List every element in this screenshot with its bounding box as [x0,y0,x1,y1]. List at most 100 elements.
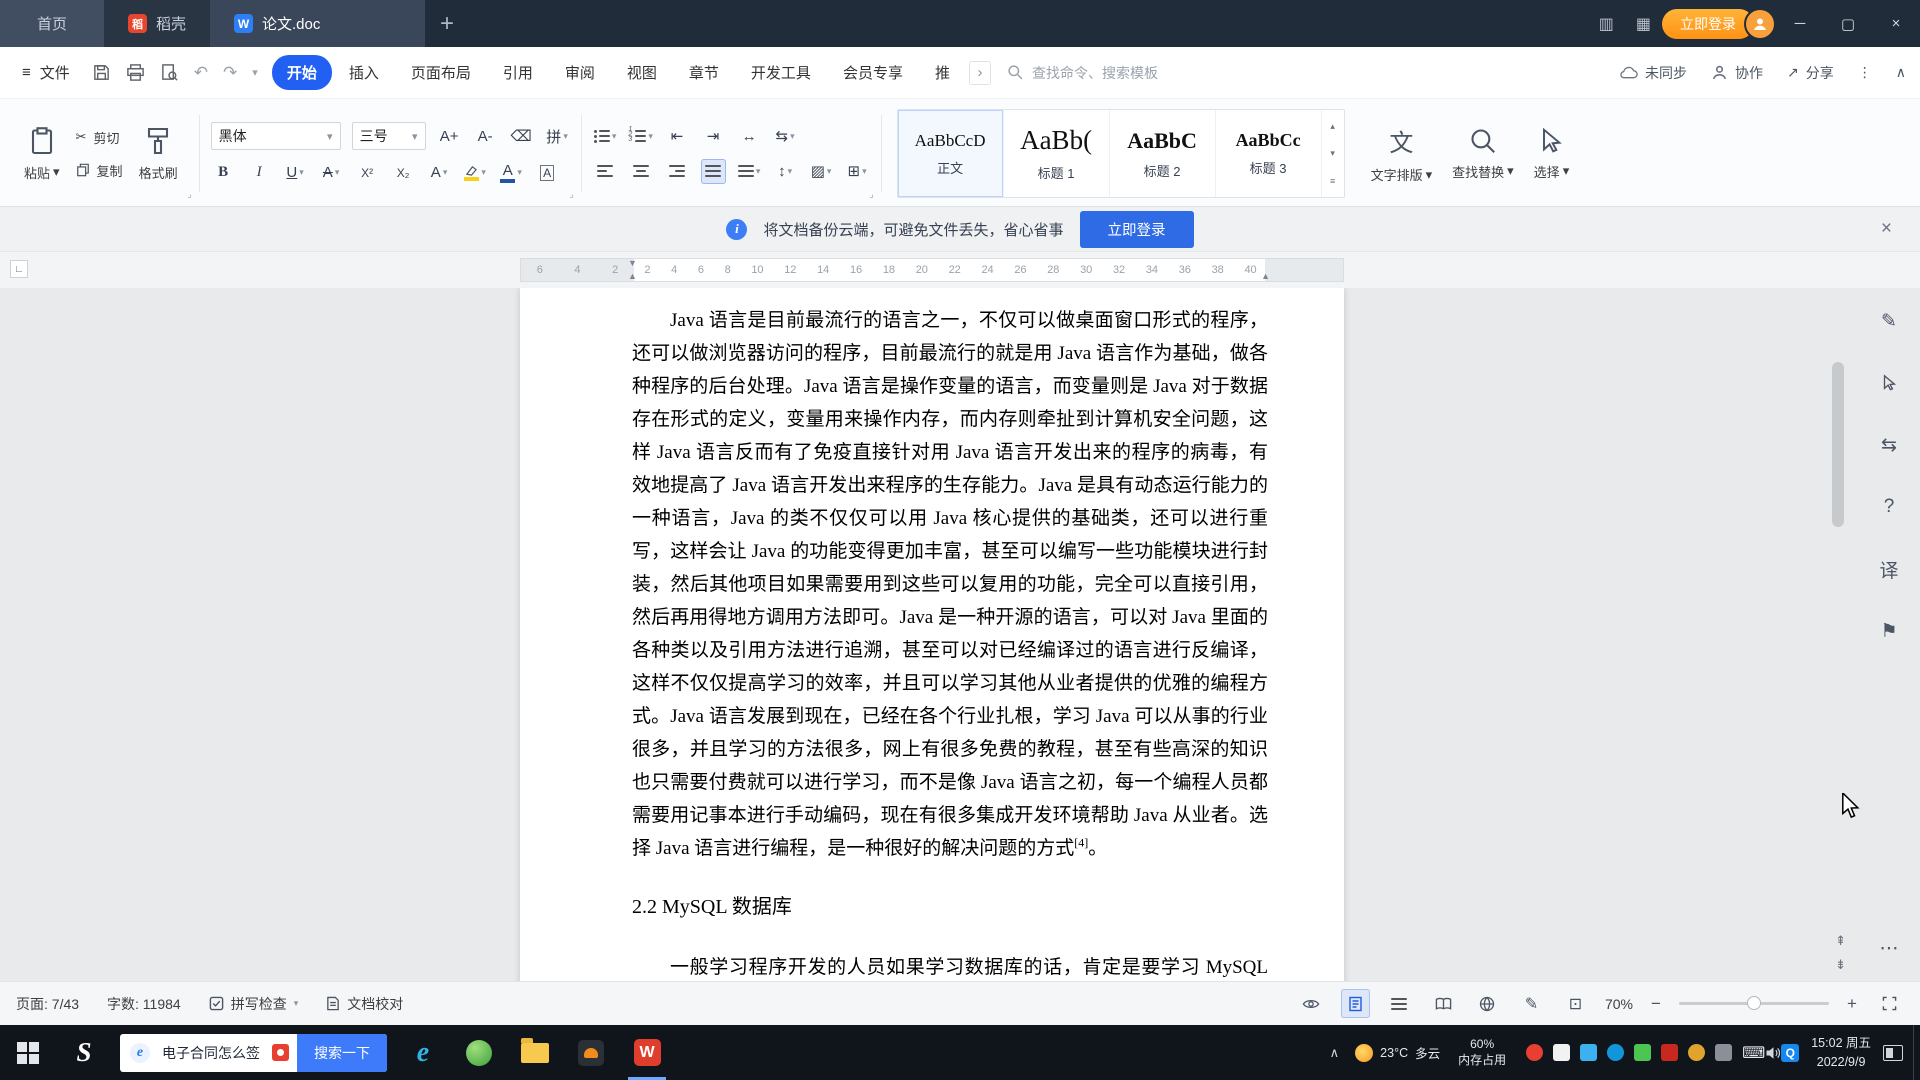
section-heading-mysql[interactable]: 2.2 MySQL 数据库 [632,891,1268,924]
character-scale-button[interactable]: ↔ [737,124,762,149]
tab-document[interactable]: W 论文.doc [210,0,425,47]
copy-button[interactable]: 复制 [76,161,123,180]
weather-widget[interactable]: 23°C 多云 [1355,1043,1440,1062]
banner-close-button[interactable]: × [1881,218,1892,240]
document-page[interactable]: Java 语言是目前最流行的语言之一，不仅可以做桌面窗口形式的程序，还可以做浏览… [520,288,1344,981]
ribbon-tab-page-layout[interactable]: 页面布局 [396,55,486,90]
tray-icon-4[interactable] [1607,1044,1624,1061]
select-button[interactable]: 选择▾ [1524,123,1580,185]
paragraph-dialog-launcher[interactable]: ⌟ [869,189,873,200]
menubar-more-button[interactable]: ⋮ [1858,64,1872,81]
collapse-ribbon-button[interactable]: ∧ [1896,64,1906,81]
align-center-button[interactable] [629,159,654,184]
outline-view-button[interactable] [1385,989,1414,1018]
ribbon-tabs-overflow-button[interactable]: › [969,61,991,85]
ribbon-tab-membership[interactable]: 会员专享 [828,55,918,90]
quick-access-dropdown-icon[interactable]: ▾ [252,66,258,79]
clipboard-dialog-launcher[interactable]: ⌟ [187,189,191,200]
fit-page-button[interactable]: ⊡ [1561,989,1590,1018]
close-button[interactable]: × [1872,0,1920,47]
zoom-out-button[interactable]: − [1648,994,1664,1014]
font-size-select[interactable]: 三号▾ [352,122,426,150]
sync-status[interactable]: 未同步 [1619,63,1687,83]
bold-button[interactable]: B [211,160,236,185]
ribbon-tab-view[interactable]: 视图 [612,55,672,90]
find-replace-button[interactable]: 查找替换▾ [1442,123,1524,185]
zoom-level[interactable]: 70% [1605,996,1633,1012]
text-effects-button[interactable]: A▾ [427,160,452,185]
bookmark-icon[interactable]: ⚑ [1872,614,1906,648]
spellcheck-button[interactable]: 拼写检查 ▾ [209,994,299,1014]
decrease-indent-button[interactable]: ⇤ [665,124,690,149]
style-normal[interactable]: AaBbCcD 正文 [898,110,1004,197]
tray-icon-7[interactable] [1688,1044,1705,1061]
taskbar-app-browser[interactable] [451,1025,507,1080]
font-dialog-launcher[interactable]: ⌟ [569,189,573,200]
minimize-button[interactable]: ─ [1776,0,1824,47]
login-button[interactable]: 立即登录 [1662,9,1754,39]
typography-button[interactable]: 文 文字排版▾ [1361,119,1443,188]
style-gallery-more-button[interactable]: ≡ [1322,167,1344,194]
zoom-slider[interactable] [1679,1002,1829,1005]
proofread-button[interactable]: 文档校对 [326,994,403,1014]
increase-font-size-button[interactable]: A+ [437,124,462,149]
zoom-in-button[interactable]: + [1844,994,1860,1014]
font-color-button[interactable]: A ▾ [499,160,524,185]
phonetic-guide-button[interactable]: 拼▾ [545,124,570,149]
scrollbar-thumb[interactable] [1832,362,1844,527]
style-heading2[interactable]: AaBbC 标题 2 [1110,110,1216,197]
print-preview-button[interactable] [160,63,179,82]
ribbon-tab-dev-tools[interactable]: 开发工具 [736,55,826,90]
next-page-button[interactable]: ⇟ [1835,957,1846,973]
keyboard-icon[interactable]: ⌨ [1742,1043,1765,1063]
undo-button[interactable]: ↶ [194,63,208,83]
command-search-input[interactable] [1032,65,1217,81]
style-heading1[interactable]: AaBb( 标题 1 [1004,110,1110,197]
tray-icon-8[interactable] [1715,1044,1732,1061]
line-spacing-button[interactable]: ↕▾ [773,159,798,184]
eye-protection-button[interactable] [1297,989,1326,1018]
annotate-pen-icon[interactable]: ✎ [1872,304,1906,338]
tray-icon-q[interactable]: Q [1781,1044,1799,1062]
split-window-icon[interactable]: ▥ [1588,0,1625,47]
decrease-font-size-button[interactable]: A- [473,124,498,149]
paragraph-mysql[interactable]: 一般学习程序开发的人员如果学习数据库的话，肯定是要学习 MySQL 数据库，My… [632,951,1268,981]
taskbar-clock[interactable]: 15:02 周五 2022/9/9 [1811,1034,1871,1070]
first-line-indent-marker[interactable]: ▼ [628,259,637,268]
file-menu-button[interactable]: ≡ 文件 [14,62,78,83]
redo-button[interactable]: ↷ [223,63,237,83]
ribbon-tab-section[interactable]: 章节 [674,55,734,90]
horizontal-ruler[interactable]: 642 246810121416182022242628303234363840… [520,258,1344,282]
superscript-button[interactable]: X² [355,160,380,185]
font-name-select[interactable]: 黑体▾ [211,122,341,150]
ribbon-tab-insert[interactable]: 插入 [334,55,394,90]
style-gallery-up-button[interactable]: ▴ [1322,113,1344,140]
ribbon-tab-review[interactable]: 审阅 [550,55,610,90]
align-left-button[interactable] [593,159,618,184]
show-desktop-button[interactable] [1913,1025,1920,1080]
fullscreen-button[interactable] [1875,989,1904,1018]
tab-stop-selector[interactable]: ∟ [10,260,28,278]
left-indent-marker[interactable]: ▲ [628,272,637,281]
tray-icon-6[interactable] [1661,1044,1678,1061]
page-indicator[interactable]: 页面: 7/43 [16,994,79,1014]
help-icon[interactable]: ? [1872,490,1906,524]
taskbar-search-box[interactable]: e 电子合同怎么签 搜索一下 [120,1034,387,1072]
taskbar-app-wps[interactable]: W [619,1025,675,1080]
right-indent-marker[interactable]: ▲ [1261,272,1270,281]
adjust-tool-icon[interactable]: ⇆ [1872,428,1906,462]
ink-pen-button[interactable]: ✎ [1517,989,1546,1018]
cut-button[interactable]: ✂ 剪切 [76,128,123,147]
strikethrough-button[interactable]: A▾ [319,160,344,185]
translate-icon[interactable]: 译 [1872,552,1906,586]
italic-button[interactable]: I [247,160,272,185]
workbench-grid-icon[interactable]: ▦ [1625,0,1662,47]
align-right-button[interactable] [665,159,690,184]
format-painter-button[interactable]: 格式刷 [129,122,188,186]
tray-icon-2[interactable] [1553,1044,1570,1061]
read-view-button[interactable] [1429,989,1458,1018]
web-view-button[interactable] [1473,989,1502,1018]
tray-icon-1[interactable] [1526,1044,1543,1061]
print-layout-view-button[interactable] [1341,989,1370,1018]
underline-button[interactable]: U▾ [283,160,308,185]
